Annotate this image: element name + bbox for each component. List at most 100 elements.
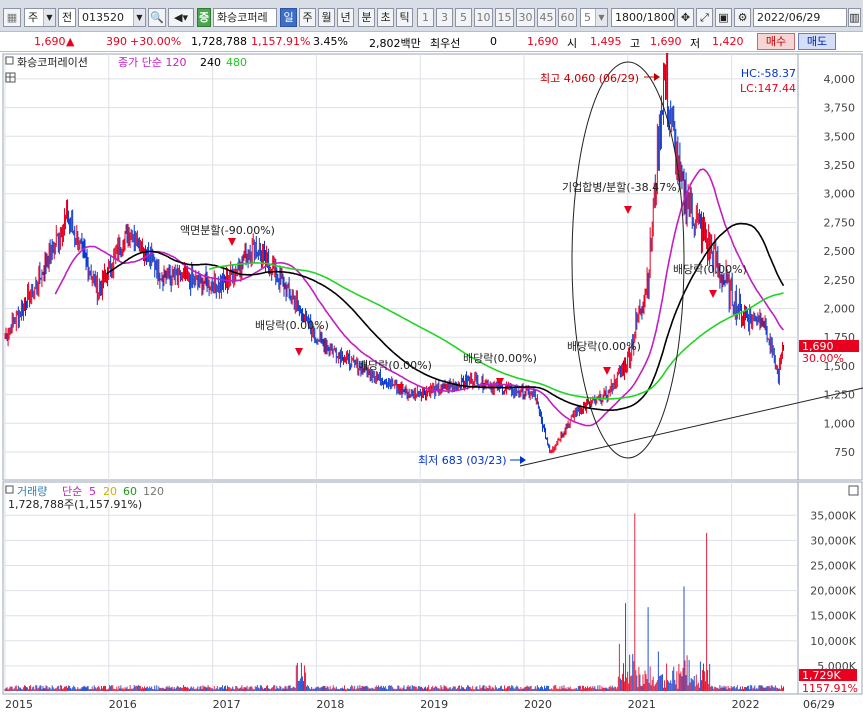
stock-badge-icon: 증 xyxy=(197,8,211,27)
chart-area[interactable]: 화승코퍼레이션 종가 단순 120 240 480 LC:147.44 HC:-… xyxy=(0,49,863,712)
period-day[interactable]: 일 xyxy=(280,8,297,27)
volume-tick-label: 15,000K xyxy=(810,610,856,623)
quote-price: 1,690 xyxy=(527,35,559,48)
volume-tick-label: 30,000K xyxy=(810,534,856,547)
current-pct-tag-text: 30.00% xyxy=(802,352,844,365)
x-tick-label: 2022 xyxy=(732,698,760,711)
sell-button[interactable]: 매도 xyxy=(798,33,836,50)
buy-button[interactable]: 매수 xyxy=(757,33,795,50)
code-value: 013520 xyxy=(82,11,124,24)
x-tick-label: 2015 xyxy=(5,698,33,711)
price-axis xyxy=(797,53,863,481)
annotation-dividend-2017: 배당락(0.00%) xyxy=(255,319,329,332)
open-label: 시 xyxy=(567,37,578,50)
legend-volume-name: 거래량 xyxy=(17,485,47,498)
price-change: 390 xyxy=(106,35,127,48)
legend-ma240: 240 xyxy=(200,56,221,69)
legend-vma60: 60 xyxy=(123,485,137,498)
market-select[interactable]: 주 ▼ xyxy=(24,8,56,27)
current-volume-pct-text: 1157.91% xyxy=(802,682,858,695)
open-value: 1,495 xyxy=(590,35,622,48)
price-change-pct: +30.00% xyxy=(130,35,182,48)
price-tick-label: 4,000 xyxy=(824,73,856,86)
volume-pct: 1,157.91% xyxy=(251,35,311,48)
price-tick-label: 2,250 xyxy=(824,274,856,287)
lc-value: LC:147.44 xyxy=(740,82,796,95)
low-value: 1,420 xyxy=(712,35,744,48)
gear-icon[interactable]: ⚙ xyxy=(734,8,751,27)
price-tick-label: 750 xyxy=(834,446,855,459)
period-tick[interactable]: 틱 xyxy=(396,8,413,27)
panel-collapse-icon[interactable] xyxy=(848,485,859,496)
date-field[interactable]: 2022/06/29 xyxy=(753,8,847,27)
period-minute[interactable]: 분 xyxy=(358,8,375,27)
annotation-dividend-2021: 배당락(0.00%) xyxy=(673,263,747,276)
x-tick-label: 2020 xyxy=(524,698,552,711)
period-second[interactable]: 초 xyxy=(377,8,394,27)
x-tick-label: 2017 xyxy=(213,698,241,711)
range-field[interactable]: 1800/1800 xyxy=(611,8,675,27)
high-value: 1,690 xyxy=(650,35,682,48)
save-icon[interactable]: ▣ xyxy=(715,8,732,27)
annotation-high: 최고 4,060 (06/29) xyxy=(540,72,639,85)
price-tick-label: 2,000 xyxy=(824,303,856,316)
price-tick-label: 2,500 xyxy=(824,245,856,258)
calendar-icon[interactable]: ▥ xyxy=(848,8,861,27)
legend-ma-type: 종가 단순 xyxy=(118,56,162,69)
speaker-icon[interactable]: ◀▾ xyxy=(168,8,194,27)
period-month[interactable]: 월 xyxy=(318,8,335,27)
hc-value: HC:-58.37 xyxy=(741,67,796,80)
code-input[interactable]: 013520 ▼ xyxy=(78,8,146,27)
price-tick-label: 1,250 xyxy=(824,389,856,402)
x-tick-label: 2018 xyxy=(316,698,344,711)
interval-3[interactable]: 3 xyxy=(436,8,453,27)
annotation-low: 최저 683 (03/23) xyxy=(418,454,507,467)
quote-bar: 1,690 ▲ 390 +30.00% 1,728,788 1,157.91% … xyxy=(0,32,863,52)
interval-10[interactable]: 10 xyxy=(474,8,493,27)
interval-1[interactable]: 1 xyxy=(417,8,434,27)
volume-tick-label: 25,000K xyxy=(810,560,856,573)
annotation-merger: 기업합병/분할(-38.47%) xyxy=(562,181,681,194)
price-tick-label: 2,750 xyxy=(824,216,856,229)
period-year[interactable]: 년 xyxy=(337,8,354,27)
chevron-down-icon[interactable]: ▼ xyxy=(133,9,145,26)
legend-vma120: 120 xyxy=(143,485,164,498)
search-icon[interactable]: 🔍 xyxy=(148,8,166,27)
volume-tick-label: 20,000K xyxy=(810,585,856,598)
interval-5[interactable]: 5 xyxy=(455,8,472,27)
trade-amount: 2,802백만 xyxy=(369,37,421,50)
volume-tick-label: 10,000K xyxy=(810,635,856,648)
high-label: 고 xyxy=(630,37,641,50)
price-tick-label: 1,000 xyxy=(824,417,856,430)
interval-45[interactable]: 45 xyxy=(537,8,556,27)
chart-tools-icon[interactable]: ⤢ xyxy=(696,8,713,27)
period-week[interactable]: 주 xyxy=(299,8,316,27)
low-label: 저 xyxy=(690,37,701,50)
pref-label: 최우선 xyxy=(430,37,461,50)
legend-ma480: 480 xyxy=(226,56,247,69)
stock-chart[interactable]: 화승코퍼레이션 종가 단순 120 240 480 LC:147.44 HC:-… xyxy=(0,49,863,712)
interval-30[interactable]: 30 xyxy=(516,8,535,27)
price-tick-label: 3,000 xyxy=(824,188,856,201)
count-select[interactable]: 5 ▼ xyxy=(580,8,608,27)
annotation-dividend-2018: 배당락(0.00%) xyxy=(358,359,432,372)
market-value: 주 xyxy=(28,11,39,24)
legend-stock-name: 화승코퍼레이션 xyxy=(17,56,88,69)
count-value: 5 xyxy=(584,11,591,24)
grid-icon[interactable]: ▦ xyxy=(3,8,21,27)
crosshair-icon[interactable]: ✥ xyxy=(677,8,694,27)
x-tick-label: 06/29 xyxy=(803,698,835,711)
volume-tick-label: 35,000K xyxy=(810,509,856,522)
current-price: 1,690 xyxy=(34,35,66,48)
legend-vma5: 5 xyxy=(89,485,96,498)
chevron-down-icon[interactable]: ▼ xyxy=(43,9,55,26)
interval-15[interactable]: 15 xyxy=(495,8,514,27)
current-volume-tag-text: 1,729K xyxy=(802,669,841,682)
interval-60[interactable]: 60 xyxy=(558,8,577,27)
legend-vma20: 20 xyxy=(103,485,117,498)
range-value: 1800 xyxy=(615,11,643,24)
type-select[interactable]: 전 xyxy=(58,8,76,27)
chevron-down-icon[interactable]: ▼ xyxy=(595,9,607,26)
annotation-dividend-2019: 배당락(0.00%) xyxy=(463,352,537,365)
volume-info: 1,728,788주(1,157.91%) xyxy=(8,498,142,511)
